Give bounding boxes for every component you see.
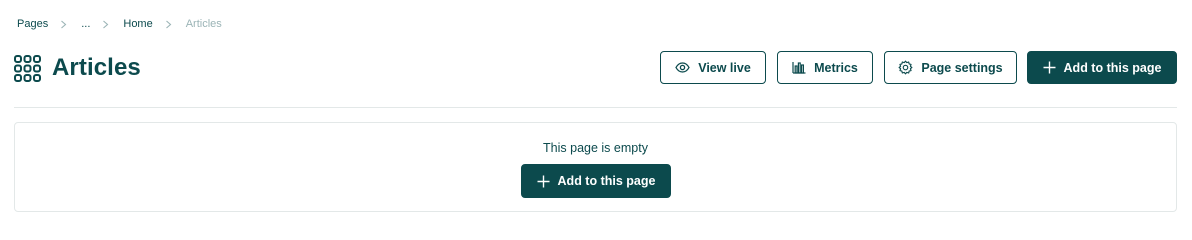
bar-chart-icon	[792, 62, 806, 74]
plus-icon	[537, 175, 550, 187]
view-live-button[interactable]: View live	[660, 51, 766, 84]
empty-state-message: This page is empty	[543, 141, 648, 155]
plus-icon	[1043, 61, 1056, 74]
page-title: Articles	[52, 54, 141, 81]
empty-state-add-button[interactable]: Add to this page	[521, 164, 671, 198]
chevron-right-icon	[165, 20, 172, 29]
grid-icon	[14, 54, 41, 82]
metrics-button[interactable]: Metrics	[777, 51, 873, 84]
breadcrumb-item-current: Articles	[185, 18, 222, 30]
empty-state-add-label: Add to this page	[557, 174, 656, 188]
breadcrumb: Pages ... Home Articles	[17, 17, 222, 31]
breadcrumb-item-home[interactable]: Home	[123, 18, 152, 30]
breadcrumb-item-ellipsis[interactable]: ...	[81, 18, 90, 30]
page-settings-label: Page settings	[921, 60, 1003, 75]
page-settings-button[interactable]: Page settings	[884, 51, 1017, 84]
metrics-label: Metrics	[814, 60, 858, 75]
add-to-page-button[interactable]: Add to this page	[1027, 51, 1177, 84]
view-live-label: View live	[698, 60, 751, 75]
header-divider	[14, 107, 1177, 108]
empty-state-card: This page is empty Add to this page	[14, 122, 1177, 212]
breadcrumb-item-pages[interactable]: Pages	[17, 18, 48, 30]
chevron-right-icon	[60, 20, 67, 29]
page-header: Articles	[14, 51, 141, 85]
chevron-right-icon	[102, 20, 109, 29]
gear-icon	[898, 60, 913, 75]
add-to-page-label: Add to this page	[1063, 60, 1162, 75]
eye-icon	[675, 62, 690, 73]
